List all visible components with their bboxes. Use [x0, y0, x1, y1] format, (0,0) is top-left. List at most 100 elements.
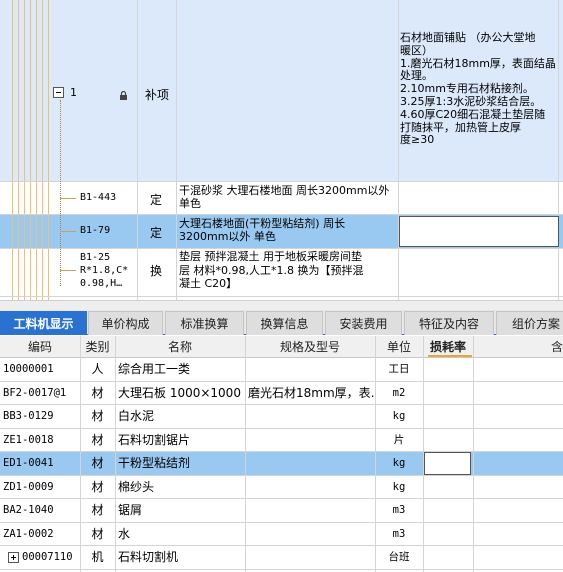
- cell-name[interactable]: 石料切割机: [115, 546, 245, 570]
- item-name: 干混砂浆 大理石楼地面 周长3200mm以外 单色: [179, 184, 398, 210]
- cell-spec[interactable]: [245, 429, 375, 453]
- item-row[interactable]: B1-443 定 干混砂浆 大理石楼地面 周长3200mm以外 单色: [0, 182, 563, 214]
- tab-labor-material-machine[interactable]: 工料机显示: [0, 311, 87, 335]
- cell-code[interactable]: ZA1-0002: [0, 523, 80, 547]
- cell-spec[interactable]: [245, 546, 375, 570]
- table-row[interactable]: ZA1-0002 材水 m3: [0, 523, 563, 547]
- code-line: R*1.8,C*: [80, 265, 129, 276]
- group-row-number: 1: [70, 86, 77, 99]
- cell-type[interactable]: 材: [80, 405, 115, 429]
- name-line: 垫层 预拌混凝土 用于地板采暖房间垫: [179, 250, 362, 263]
- cell-name[interactable]: 水: [115, 523, 245, 547]
- header-unit[interactable]: 单位: [375, 336, 423, 358]
- name-line: 干混砂浆 大理石楼地面 周长3200mm以外: [179, 184, 390, 197]
- table-row[interactable]: BF2-0017@1 材大理石板 1000×1000 磨光石材18mm厚，表… m2: [0, 382, 563, 406]
- item-code: B1-443: [80, 192, 117, 203]
- cell-code[interactable]: BB3-0129: [0, 405, 80, 429]
- cell-unit[interactable]: m3: [375, 523, 423, 547]
- name-line: 凝土 C20】: [179, 277, 238, 290]
- table-header: 编码 类别 名称 规格及型号 单位 损耗率 含: [0, 336, 563, 358]
- code-line: B1-25: [80, 252, 111, 263]
- cell-spec[interactable]: [245, 476, 375, 500]
- header-spec[interactable]: 规格及型号: [245, 336, 375, 358]
- cell-spec[interactable]: [245, 523, 375, 547]
- cell-unit[interactable]: m2: [375, 382, 423, 406]
- cell-spec[interactable]: 磨光石材18mm厚，表…: [245, 382, 375, 406]
- tab-installation-cost[interactable]: 安装费用: [325, 311, 402, 335]
- item-row[interactable]: B1-25 R*1.8,C* 0.98,H… 换 垫层 预拌混凝土 用于地板采暖…: [0, 249, 563, 296]
- cell-spec[interactable]: [245, 358, 375, 382]
- cell-unit[interactable]: 片: [375, 429, 423, 453]
- cell-unit[interactable]: m3: [375, 499, 423, 523]
- header-type[interactable]: 类别: [80, 336, 115, 358]
- tab-features-content[interactable]: 特征及内容: [404, 311, 494, 335]
- cell-spec[interactable]: [245, 452, 375, 476]
- cell-type[interactable]: 材: [80, 382, 115, 406]
- cell-name[interactable]: 石料切割锯片: [115, 429, 245, 453]
- cell-code[interactable]: BF2-0017@1: [0, 382, 80, 406]
- cell-type[interactable]: 材: [80, 452, 115, 476]
- table-row[interactable]: 10000001 人综合用工一类 工日: [0, 358, 563, 382]
- description-edit-cell[interactable]: [399, 216, 559, 247]
- cell-unit[interactable]: kg: [375, 452, 423, 476]
- table-row[interactable]: ZE1-0018 材石料切割锯片 片: [0, 429, 563, 453]
- group-row-description: 石材地面铺贴 （办公大堂地 暖区） 1.磨光石材18mm厚，表面结晶 处理。 2…: [400, 31, 558, 147]
- header-name[interactable]: 名称: [115, 336, 245, 358]
- table-row[interactable]: 00007110 机石料切割机 台班: [0, 546, 563, 570]
- tab-pricing-scheme[interactable]: 组价方案: [496, 311, 563, 335]
- header-code[interactable]: 编码: [0, 336, 80, 358]
- cell-unit[interactable]: kg: [375, 476, 423, 500]
- splitter[interactable]: [0, 300, 563, 310]
- item-name: 垫层 预拌混凝土 用于地板采暖房间垫 层 材料*0.98,人工*1.8 换为【预…: [179, 250, 398, 291]
- cell-type[interactable]: 机: [80, 546, 115, 570]
- cell-code[interactable]: ZD1-0009: [0, 476, 80, 500]
- table-row[interactable]: ZD1-0009 材棉纱头 kg: [0, 476, 563, 500]
- cell-name[interactable]: 干粉型粘结剂: [115, 452, 245, 476]
- name-line: 大理石楼地面(干粉型粘结剂) 周长: [179, 217, 346, 230]
- cell-name[interactable]: 锯屑: [115, 499, 245, 523]
- cell-unit[interactable]: 台班: [375, 546, 423, 570]
- cell-spec[interactable]: [245, 405, 375, 429]
- resource-table: 编码 类别 名称 规格及型号 单位 损耗率 含 10000001 人综合用工一类 工…: [0, 336, 563, 572]
- cell-type[interactable]: 人: [80, 358, 115, 382]
- cell-type[interactable]: 材: [80, 429, 115, 453]
- loss-rate-edit-cell[interactable]: [424, 452, 471, 475]
- table-row[interactable]: BB3-0129 材白水泥 kg: [0, 405, 563, 429]
- tab-conversion-info[interactable]: 换算信息: [246, 311, 323, 335]
- minus-box-icon[interactable]: [53, 87, 64, 98]
- header-content[interactable]: 含: [473, 336, 563, 358]
- item-row-selected[interactable]: B1-79 定 大理石楼地面(干粉型粘结剂) 周长 3200mm以外 单色: [0, 215, 563, 248]
- cell-spec[interactable]: [245, 499, 375, 523]
- item-code: B1-25 R*1.8,C* 0.98,H…: [80, 251, 128, 290]
- item-category: 定: [150, 226, 163, 240]
- cell-name[interactable]: 白水泥: [115, 405, 245, 429]
- item-code: B1-79: [80, 225, 111, 236]
- items-grid: 1 补项 石材地面铺贴 （办公大堂地 暖区） 1.磨光石材18mm厚，表面结晶 …: [0, 0, 563, 300]
- cell-type[interactable]: 材: [80, 499, 115, 523]
- cell-code[interactable]: ZE1-0018: [0, 429, 80, 453]
- tab-unit-price[interactable]: 单价构成: [88, 311, 163, 335]
- cell-code[interactable]: ED1-0041: [0, 452, 80, 476]
- detail-tabs: 工料机显示 单价构成 标准换算 换算信息 安装费用 特征及内容 组价方案: [0, 310, 563, 335]
- table-row[interactable]: ED1-0041 材干粉型粘结剂 kg: [0, 452, 563, 476]
- cell-name[interactable]: 综合用工一类: [115, 358, 245, 382]
- item-category: 换: [150, 264, 163, 278]
- cell-name[interactable]: 大理石板 1000×1000: [115, 382, 245, 406]
- code-line: 0.98,H…: [80, 278, 123, 289]
- cell-code[interactable]: BA2-1040: [0, 499, 80, 523]
- table-row[interactable]: BA2-1040 材锯屑 m3: [0, 499, 563, 523]
- desc-line: 石材地面铺贴 （办公大堂地: [400, 31, 536, 44]
- plus-box-icon[interactable]: [8, 552, 19, 563]
- tab-standard-conversion[interactable]: 标准换算: [165, 311, 244, 335]
- cell-type[interactable]: 材: [80, 523, 115, 547]
- cell-code[interactable]: 10000001: [0, 358, 80, 382]
- name-line: 层 材料*0.98,人工*1.8 换为【预拌混: [179, 263, 364, 277]
- cell-unit[interactable]: 工日: [375, 358, 423, 382]
- desc-line: 3.25厚1:3水泥砂浆结合层。: [400, 94, 542, 108]
- item-category: 定: [150, 193, 163, 207]
- cell-unit[interactable]: kg: [375, 405, 423, 429]
- cell-type[interactable]: 材: [80, 476, 115, 500]
- cell-name[interactable]: 棉纱头: [115, 476, 245, 500]
- desc-line: 度≥30: [400, 133, 435, 147]
- name-line: 3200mm以外 单色: [179, 230, 276, 243]
